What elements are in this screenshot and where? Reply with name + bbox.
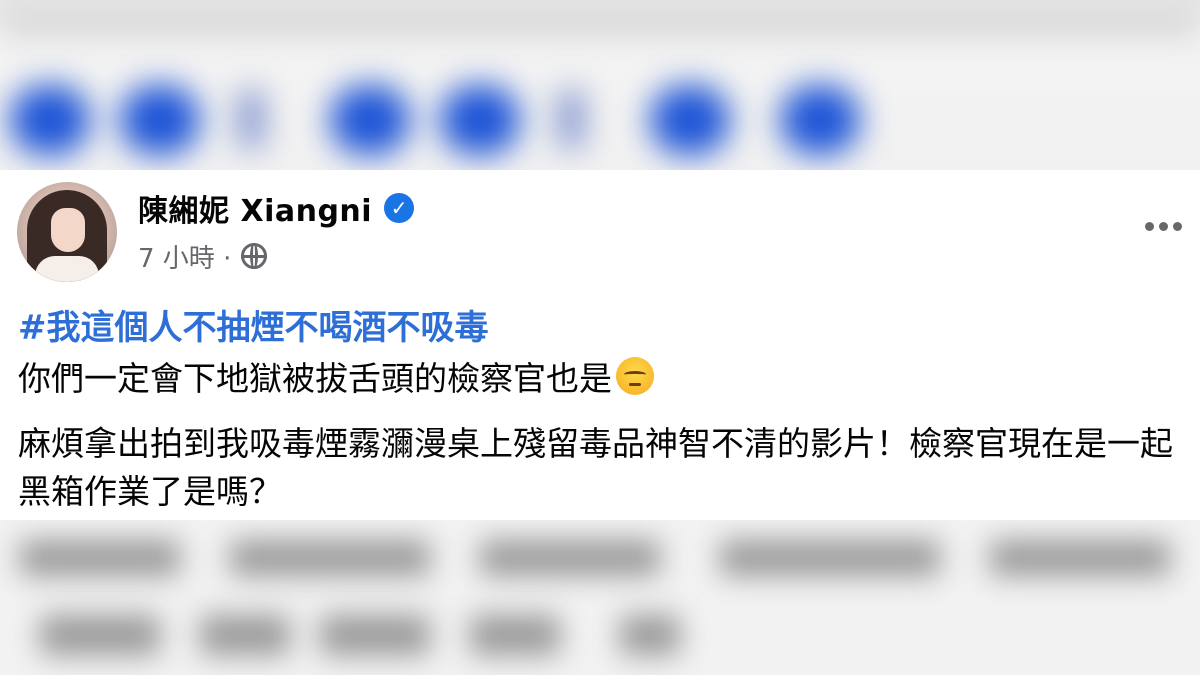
globe-icon bbox=[241, 243, 268, 269]
avatar[interactable] bbox=[17, 182, 117, 282]
hashtag-link[interactable]: #我這個人不抽煙不喝酒不吸毒 bbox=[18, 300, 489, 349]
post-timestamp[interactable]: 7 小時 · bbox=[138, 238, 231, 275]
author-name[interactable]: 陳緗妮 Xiangni bbox=[138, 186, 372, 230]
post-text-line: 你們一定會下地獄被拔舌頭的檢察官也是 bbox=[18, 352, 654, 400]
relieved-face-emoji-icon bbox=[616, 357, 654, 395]
blurred-header-region bbox=[0, 0, 1200, 170]
verified-badge-icon: ✓ bbox=[384, 193, 415, 223]
more-options-icon[interactable] bbox=[1140, 214, 1186, 238]
post-meta: 7 小時 · bbox=[138, 238, 268, 275]
facebook-post: 陳緗妮 Xiangni ✓ 7 小時 · #我這個人不抽煙不喝酒不吸毒 你們一定… bbox=[0, 170, 1200, 520]
blurred-comments-region bbox=[0, 520, 1200, 675]
author-row: 陳緗妮 Xiangni ✓ bbox=[138, 186, 415, 230]
post-paragraph: 麻煩拿出拍到我吸毒煙霧瀰漫桌上殘留毒品神智不清的影片！檢察官現在是一起黑箱作業了… bbox=[18, 424, 1173, 511]
post-text-line-content: 你們一定會下地獄被拔舌頭的檢察官也是 bbox=[18, 359, 612, 398]
